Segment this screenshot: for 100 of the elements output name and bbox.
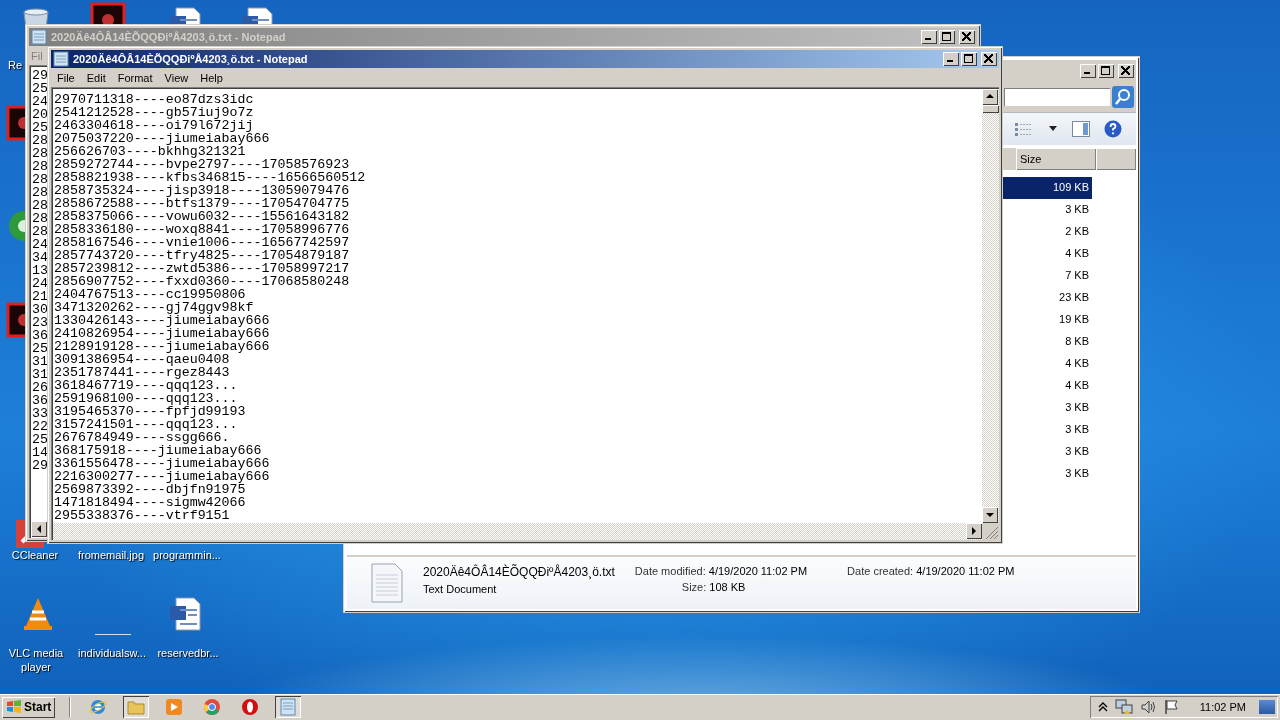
icon-label[interactable]: VLC media player bbox=[0, 646, 72, 674]
field-label: Date modified: bbox=[634, 565, 706, 577]
text-line: 368175918----jiumeiabay666 bbox=[54, 444, 262, 457]
size-cell[interactable]: 3 KB bbox=[1012, 463, 1092, 485]
window-title: 2020Äê4ÔÂ14ÈÕQQÐiºÅ4203¸ö.txt - Notepad bbox=[51, 31, 286, 43]
text-line: 3157241501----qqq123... bbox=[54, 418, 238, 431]
text-line: 2859272744----bvpe2797----17058576923 bbox=[54, 158, 350, 171]
help-icon[interactable] bbox=[1104, 120, 1122, 138]
text-line: 2858672588----btfs1379----17054704775 bbox=[54, 197, 350, 210]
size-cell[interactable]: 4 KB bbox=[1012, 375, 1092, 397]
text-line: 28 bbox=[32, 147, 48, 160]
menu-item[interactable]: View bbox=[158, 71, 195, 84]
menu-item[interactable]: Edit bbox=[80, 71, 112, 84]
text-line: 13 bbox=[32, 264, 48, 277]
size-cell[interactable]: 3 KB bbox=[1012, 419, 1092, 441]
size-cell[interactable]: 8 KB bbox=[1012, 331, 1092, 353]
text-line: 34 bbox=[32, 251, 48, 264]
text-line: 2955338376----vtrf9151 bbox=[54, 509, 230, 522]
text-line: 28 bbox=[32, 212, 48, 225]
icon-label[interactable]: individualsw... bbox=[72, 646, 152, 660]
text-line: 2351787441----rgez8443 bbox=[54, 366, 230, 379]
size-cell[interactable]: 4 KB bbox=[1012, 243, 1092, 265]
app-icon[interactable] bbox=[90, 2, 126, 24]
text-line: 2858375066----vowu6032----15561643182 bbox=[54, 210, 350, 223]
column-header[interactable] bbox=[1096, 148, 1136, 170]
chevron-up-icon[interactable] bbox=[1097, 702, 1108, 712]
resize-grip-icon[interactable] bbox=[982, 523, 999, 540]
document-icon[interactable] bbox=[168, 596, 204, 632]
text-line: 28 bbox=[32, 186, 48, 199]
text-line: 28 bbox=[32, 199, 48, 212]
vertical-scrollbar[interactable] bbox=[982, 89, 999, 523]
clock[interactable]: 11:02 PM bbox=[1199, 701, 1246, 713]
text-line: 21 bbox=[32, 290, 48, 303]
menu-item[interactable]: Format bbox=[111, 71, 159, 84]
text-line: 24 bbox=[32, 95, 48, 108]
windows-logo-icon bbox=[6, 700, 22, 714]
view-list-icon[interactable] bbox=[1014, 122, 1034, 136]
app-icon[interactable] bbox=[6, 302, 25, 338]
size-cell[interactable]: 3 KB bbox=[1012, 199, 1092, 221]
menu-item[interactable]: Help bbox=[194, 71, 229, 84]
text-line: 2970711318----eo87dzs3idc bbox=[54, 93, 254, 106]
search-icon[interactable] bbox=[1112, 86, 1134, 108]
size-cell[interactable]: 19 KB bbox=[1012, 309, 1092, 331]
text-line: 2676784949----ssgg666. bbox=[54, 431, 230, 444]
icon-label[interactable]: reservedbr... bbox=[150, 646, 226, 660]
start-button[interactable]: Start bbox=[2, 696, 56, 718]
size-cell[interactable]: 3 KB bbox=[1012, 397, 1092, 419]
text-line: 2857239812----zwtd5386----17058997217 bbox=[54, 262, 350, 275]
text-line: 3091386954----qaeu0408 bbox=[54, 353, 230, 366]
notepad-icon bbox=[53, 51, 69, 67]
speaker-icon[interactable] bbox=[1139, 699, 1156, 715]
size-cell[interactable]: 7 KB bbox=[1012, 265, 1092, 287]
text-line: 2856907752----fxxd0360----17068580248 bbox=[54, 275, 350, 288]
text-line: 22 bbox=[32, 420, 48, 433]
text-line: 36 bbox=[32, 394, 48, 407]
size-cell[interactable]: 23 KB bbox=[1012, 287, 1092, 309]
document-icon[interactable] bbox=[240, 6, 276, 24]
icon-label[interactable]: fromemail.jpg bbox=[72, 548, 150, 562]
scroll-up-button[interactable] bbox=[982, 89, 998, 105]
text-line: 29 bbox=[32, 459, 48, 472]
text-line: 2857743720----tfry4825----17054879187 bbox=[54, 249, 350, 262]
close-button[interactable] bbox=[981, 52, 997, 66]
search-field[interactable] bbox=[1004, 88, 1110, 106]
menu-item[interactable]: File bbox=[51, 71, 81, 84]
notepad-icon[interactable] bbox=[275, 696, 302, 718]
scroll-thumb[interactable] bbox=[982, 105, 999, 113]
text-line: 2858821938----kfbs346815----16566560512 bbox=[54, 171, 366, 184]
text-line: 30 bbox=[32, 303, 48, 316]
size-cell[interactable]: 4 KB bbox=[1012, 353, 1092, 375]
icon-label[interactable]: programmin... bbox=[148, 548, 226, 562]
text-line: 2463304618----oi79l672jij bbox=[54, 119, 254, 132]
text-line: 36 bbox=[32, 329, 48, 342]
scroll-left-button[interactable] bbox=[31, 521, 47, 537]
preview-pane-icon[interactable] bbox=[1072, 121, 1090, 137]
text-line: 14 bbox=[32, 446, 48, 459]
size-cell[interactable]: 2 KB bbox=[1012, 221, 1092, 243]
scroll-down-button[interactable] bbox=[982, 507, 998, 523]
icon-label[interactable]: Re bbox=[8, 58, 25, 72]
flag-icon[interactable] bbox=[1162, 699, 1179, 715]
text-line: 29 bbox=[32, 69, 48, 82]
text-line: 31 bbox=[32, 355, 48, 368]
text-line: 3471320262----gj74ggv98kf bbox=[54, 301, 254, 314]
size-cell[interactable]: 3 KB bbox=[1012, 441, 1092, 463]
app-icon[interactable] bbox=[6, 105, 25, 141]
document-icon[interactable] bbox=[168, 6, 204, 24]
text-line: 2075037220----jiumeiabay666 bbox=[54, 132, 270, 145]
minimize-button[interactable] bbox=[943, 52, 959, 66]
horizontal-scrollbar[interactable] bbox=[53, 523, 999, 540]
text-line: 25 bbox=[32, 342, 48, 355]
text-line: 2569873392----dbjfn91975 bbox=[54, 483, 246, 496]
caret-icon[interactable] bbox=[1048, 126, 1058, 132]
icon-label[interactable]: CCleaner bbox=[0, 548, 70, 562]
maximize-button[interactable] bbox=[961, 52, 977, 66]
column-header[interactable]: Size bbox=[1016, 148, 1096, 170]
folder-icon[interactable] bbox=[123, 696, 150, 718]
network-icon[interactable] bbox=[1114, 699, 1133, 715]
notepad-icon bbox=[31, 29, 47, 45]
scroll-right-button[interactable] bbox=[966, 523, 982, 539]
text-line: 2410826954----jiumeiabay666 bbox=[54, 327, 270, 340]
text-line: 2591968100----qqq123... bbox=[54, 392, 238, 405]
